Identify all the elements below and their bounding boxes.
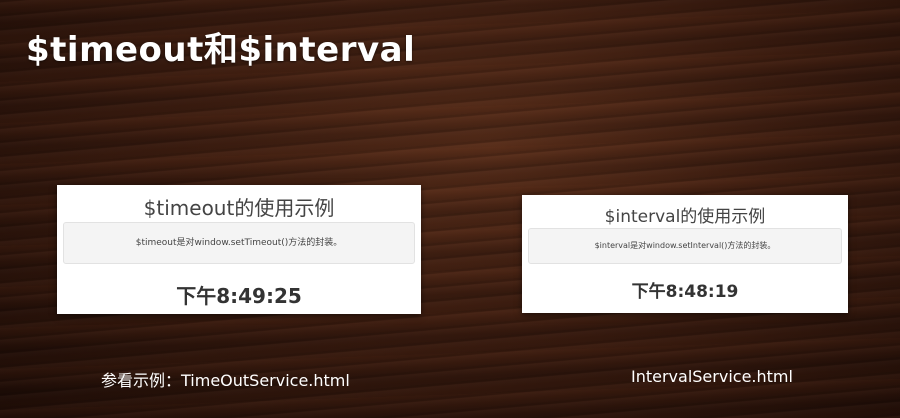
timeout-demo-heading: $timeout的使用示例 (143, 196, 335, 220)
slide-title: $timeout和$interval (26, 30, 416, 70)
timeout-example-caption: 参看示例：TimeOutService.html (101, 371, 350, 390)
interval-demo-heading: $interval的使用示例 (604, 207, 766, 227)
interval-demo-description: $interval是对window.setInterval()方法的封装。 (528, 228, 842, 264)
timeout-demo-description: $timeout是对window.setTimeout()方法的封装。 (63, 222, 415, 264)
interval-example-caption: IntervalService.html (631, 367, 793, 386)
interval-demo-screenshot: $interval的使用示例 $interval是对window.setInte… (522, 195, 848, 313)
timeout-demo-clock: 下午8:49:25 (176, 284, 302, 308)
interval-demo-clock: 下午8:48:19 (631, 282, 739, 302)
timeout-demo-screenshot: $timeout的使用示例 $timeout是对window.setTimeou… (57, 185, 421, 314)
